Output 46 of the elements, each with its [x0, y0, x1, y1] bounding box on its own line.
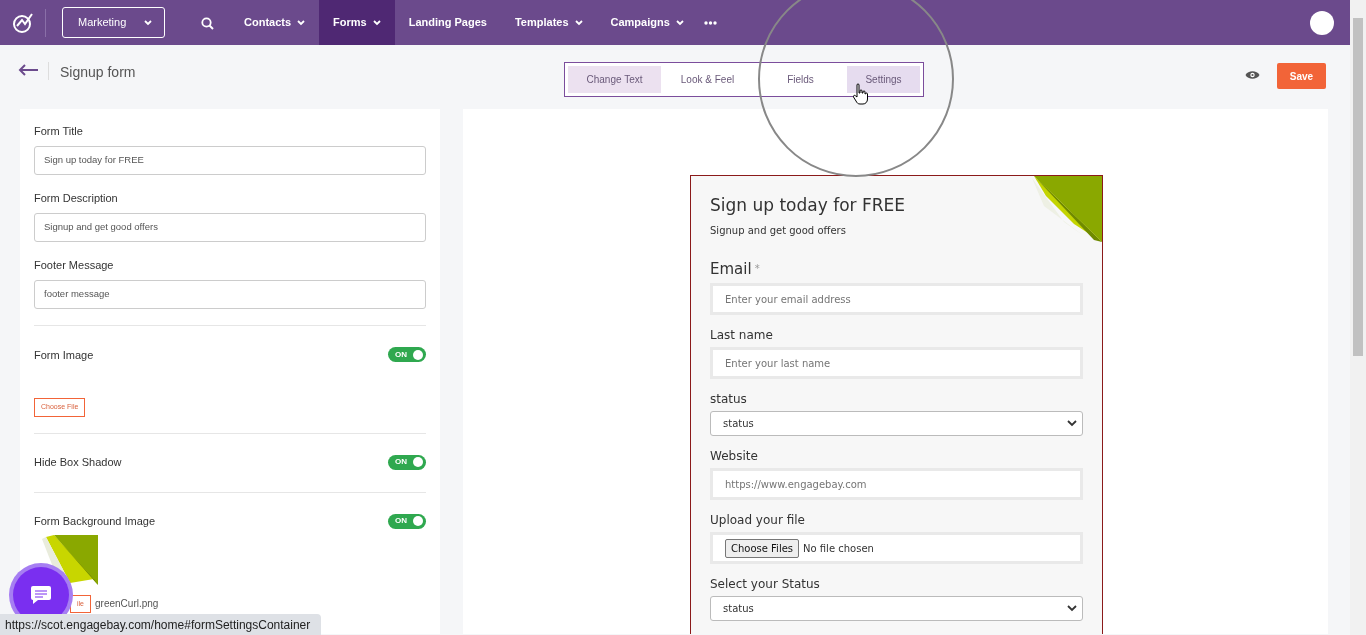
nav-menu-item[interactable]: Campaigns: [596, 0, 698, 45]
field-label: status: [710, 392, 748, 406]
tab[interactable]: Settings: [847, 66, 920, 93]
file-name: greenCurl.png: [95, 597, 159, 612]
text-input[interactable]: Enter your last name: [710, 347, 1083, 379]
status-bar-url: https://scot.engagebay.com/home#formSettingsContainer: [0, 614, 321, 635]
field-label: Upload your file: [710, 513, 806, 527]
caret-icon: [144, 19, 152, 26]
file-input[interactable]: Choose Files No file chosen: [710, 532, 1083, 564]
text-input[interactable]: https://www.engagebay.com: [710, 468, 1083, 500]
nav-menu-item[interactable]: Contacts: [230, 0, 320, 45]
eye-icon[interactable]: [1245, 70, 1260, 80]
text-input[interactable]: Signup and get good offers: [34, 213, 426, 242]
field-label: Select your Status: [710, 577, 821, 591]
scrollbar[interactable]: [1350, 0, 1366, 635]
nav-menu-item[interactable]: Templates: [500, 0, 597, 45]
field-label: Last name: [710, 328, 774, 342]
nav-menu-item[interactable]: Landing Pages: [394, 0, 501, 45]
back-arrow-icon[interactable]: [18, 64, 39, 76]
field-label: Form Title: [34, 124, 84, 138]
field-label: Website: [710, 449, 759, 463]
nav-menu-item[interactable]: Forms: [319, 0, 395, 45]
text-input[interactable]: Enter your email address: [710, 283, 1083, 315]
field-label: Email: [710, 260, 752, 278]
workspace-dropdown[interactable]: Marketing: [62, 7, 165, 38]
text-input[interactable]: Sign up today for FREE: [34, 146, 426, 175]
required-mark: *: [754, 263, 760, 274]
chevron-icon: [1067, 605, 1077, 612]
page-title: Signup form: [60, 63, 136, 82]
chat-icon: [30, 585, 52, 605]
field-label: Footer Message: [34, 258, 115, 272]
field-label: Form Description: [34, 191, 119, 205]
form-title: Sign up today for FREE: [710, 194, 907, 216]
select-dropdown[interactable]: status: [710, 411, 1083, 436]
avatar[interactable]: [1310, 10, 1334, 35]
more-icon[interactable]: [703, 20, 717, 25]
setting-label: Hide Box Shadow: [34, 455, 122, 469]
tab[interactable]: Change Text: [568, 66, 661, 93]
logo-icon[interactable]: [11, 11, 34, 34]
setting-label: Form Image: [34, 347, 94, 362]
text-input[interactable]: footer message: [34, 280, 426, 309]
form-description: Signup and get good offers: [710, 224, 847, 238]
chevron-icon: [1067, 420, 1077, 427]
setting-label: Form Background Image: [34, 514, 156, 528]
search-icon[interactable]: [201, 16, 214, 30]
select-dropdown[interactable]: status: [710, 596, 1083, 621]
